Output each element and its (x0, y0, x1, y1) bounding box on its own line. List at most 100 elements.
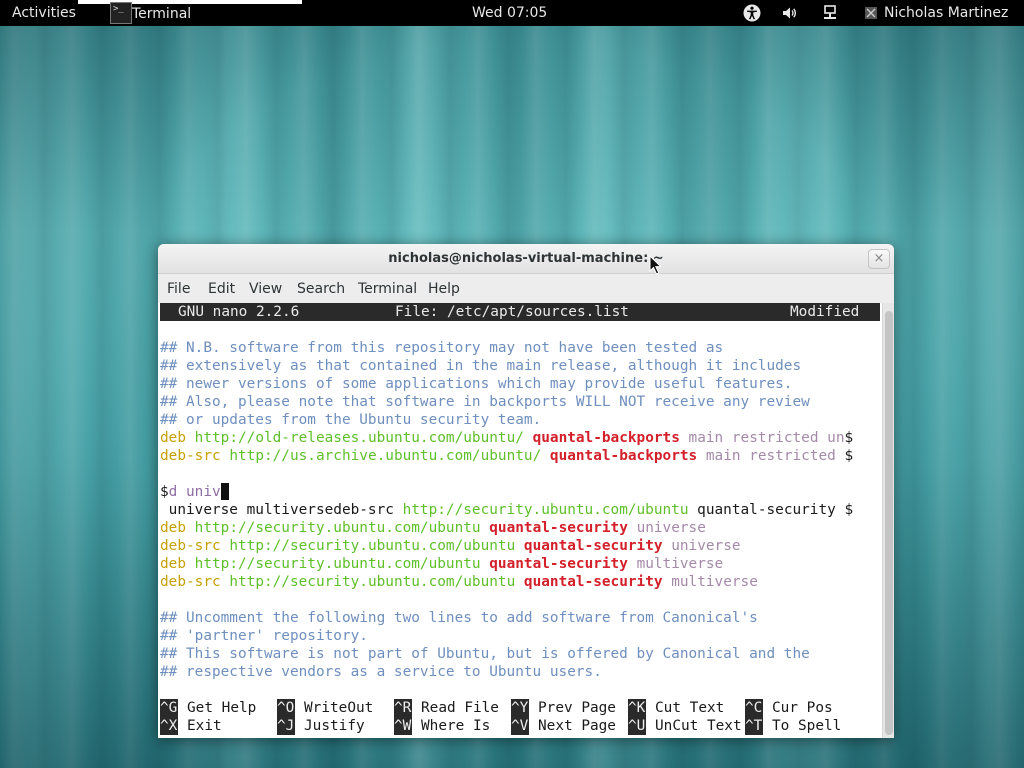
scrollbar-thumb[interactable] (885, 311, 893, 735)
line-segment (481, 556, 490, 572)
volume-icon[interactable] (780, 3, 800, 23)
line-segment: quantal-backports (549, 448, 698, 464)
shortcut-key: ^Y (511, 699, 529, 717)
line-segment: ## newer versions of some applications w… (160, 376, 793, 392)
line-segment: quantal-security (489, 520, 628, 536)
text-cursor (220, 483, 229, 500)
menu-bar: File Edit View Search Terminal Help (158, 275, 894, 303)
user-name: Nicholas Martinez (884, 5, 1009, 21)
line-segment: ## Uncomment the following two lines to … (160, 610, 758, 626)
shortcut-key: ^T (745, 717, 763, 735)
shortcut-label: Justify (304, 718, 365, 734)
line-segment (697, 448, 706, 464)
menu-help[interactable]: Help (428, 281, 460, 297)
line-segment: universe multiversedeb-src (160, 502, 403, 518)
line-segment (186, 556, 195, 572)
line-segment: ## or updates from the Ubuntu security t… (160, 412, 542, 428)
line-segment: deb (160, 430, 186, 446)
shortcut-key: ^O (277, 699, 295, 717)
line-segment: quantal-security (489, 556, 628, 572)
shortcut-label: Where Is (421, 718, 491, 734)
shortcut-key: ^C (745, 699, 763, 717)
line-segment: http://us.archive.ubuntu.com/ubuntu/ (229, 448, 542, 464)
line-segment: multiverse (671, 574, 758, 590)
editor-line: ## or updates from the Ubuntu security t… (160, 411, 880, 429)
app-name: Terminal (132, 6, 192, 22)
user-status-icon (865, 7, 877, 19)
shortcut-label: Cut Text (655, 700, 725, 716)
line-segment (628, 556, 637, 572)
nano-header: GNU nano 2.2.6 File: /etc/apt/sources.li… (160, 303, 880, 321)
line-segment (186, 430, 195, 446)
shortcut-label: Cur Pos (772, 700, 833, 716)
menu-file[interactable]: File (167, 281, 208, 297)
line-segment: quantal-security (523, 574, 663, 590)
line-segment: d univ (168, 484, 221, 500)
line-segment: http://old-releases.ubuntu.com/ubuntu/ (194, 430, 524, 446)
line-segment: deb-src (160, 448, 221, 464)
line-segment: quantal-security $ (688, 502, 854, 518)
editor-line: ## Uncomment the following two lines to … (160, 609, 880, 627)
menu-terminal[interactable]: Terminal (358, 281, 428, 297)
shortcut-key: ^V (511, 717, 529, 735)
line-segment: deb-src (160, 574, 221, 590)
activities-button[interactable]: Activities (12, 5, 76, 21)
editor-line: ## This software is not part of Ubuntu, … (160, 645, 880, 663)
close-button[interactable]: × (868, 249, 890, 269)
terminal-screen[interactable]: GNU nano 2.2.6 File: /etc/apt/sources.li… (158, 303, 894, 738)
network-icon[interactable] (820, 3, 840, 23)
nano-version: GNU nano 2.2.6 (178, 304, 300, 320)
line-segment: http://security.ubuntu.com/ubuntu (194, 520, 481, 536)
accessibility-icon[interactable] (742, 3, 762, 23)
editor-line: deb http://security.ubuntu.com/ubuntu qu… (160, 519, 880, 537)
shortcut-key: ^W (394, 717, 412, 735)
close-icon: × (873, 251, 885, 266)
editor-line: ## N.B. software from this repository ma… (160, 339, 880, 357)
line-segment: $ (844, 430, 854, 446)
line-segment (680, 430, 689, 446)
scrollbar[interactable] (882, 303, 894, 738)
editor-line: deb http://old-releases.ubuntu.com/ubunt… (160, 429, 880, 447)
line-segment: http://security.ubuntu.com/ubuntu (229, 574, 516, 590)
menu-search[interactable]: Search (297, 281, 358, 297)
nano-status: Modified (790, 304, 860, 320)
shortcut-key: ^J (277, 717, 295, 735)
shortcut-key: ^K (628, 699, 646, 717)
shortcut-label: UnCut Text (655, 718, 742, 734)
app-menu[interactable]: >_ Terminal (110, 0, 191, 26)
editor-line: ## Also, please note that software in ba… (160, 393, 880, 411)
shortcut-label: Next Page (538, 718, 616, 734)
menu-view[interactable]: View (249, 281, 297, 297)
line-segment (481, 520, 490, 536)
line-segment: http://security.ubuntu.com/ubuntu (402, 502, 689, 518)
line-segment: deb-src (160, 538, 221, 554)
menu-edit[interactable]: Edit (208, 281, 249, 297)
shortcut-key: ^U (628, 717, 646, 735)
line-segment: $ (160, 484, 169, 500)
shortcut-label: Read File (421, 700, 499, 716)
line-segment: $ (844, 448, 854, 464)
top-panel: Activities >_ Terminal Wed 07:05 Nichola… (0, 0, 1024, 26)
line-segment (541, 448, 550, 464)
mouse-pointer-icon (649, 255, 663, 275)
editor-line: deb-src http://security.ubuntu.com/ubunt… (160, 573, 880, 591)
shortcut-label: Prev Page (538, 700, 616, 716)
shortcut-key: ^X (160, 717, 178, 735)
shortcut-label: To Spell (772, 718, 842, 734)
line-segment (663, 538, 672, 554)
line-segment: universe (671, 538, 741, 554)
window-titlebar[interactable]: nicholas@nicholas-virtual-machine: ~ × (158, 244, 894, 274)
editor-line: ## extensively as that contained in the … (160, 357, 880, 375)
shortcut-key: ^G (160, 699, 178, 717)
user-menu[interactable]: Nicholas Martinez (864, 5, 1008, 21)
line-segment: http://security.ubuntu.com/ubuntu (229, 538, 516, 554)
line-segment (524, 430, 533, 446)
line-segment (515, 538, 524, 554)
editor-line: deb-src http://us.archive.ubuntu.com/ubu… (160, 447, 880, 465)
clock[interactable]: Wed 07:05 (472, 5, 547, 21)
line-segment: ## Also, please note that software in ba… (160, 394, 810, 410)
line-segment: http://security.ubuntu.com/ubuntu (194, 556, 481, 572)
